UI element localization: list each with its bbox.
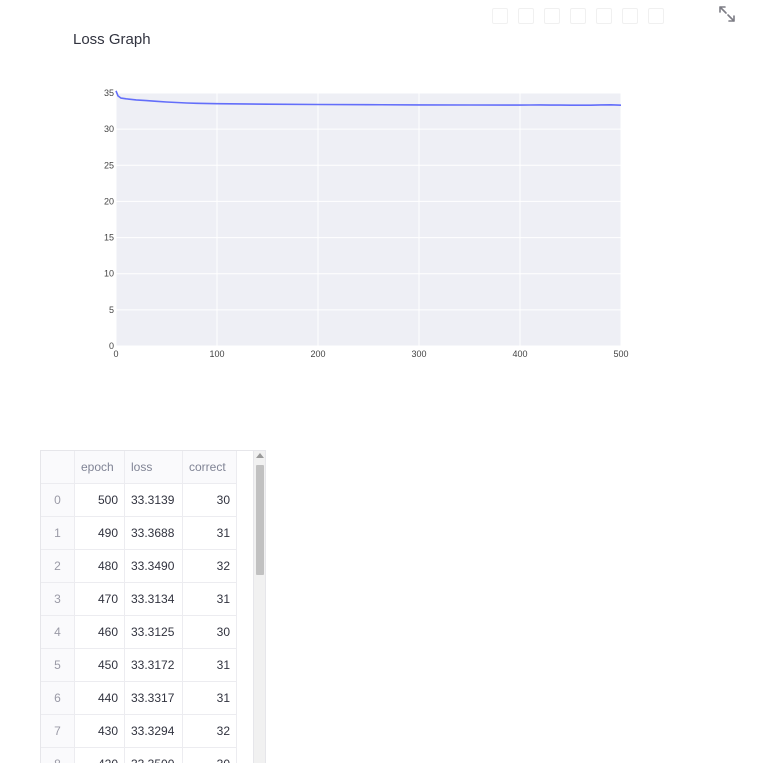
cell-loss[interactable]: 33.3172 (125, 649, 183, 681)
cell-epoch[interactable]: 490 (75, 517, 125, 549)
loss-chart[interactable]: 051015202530350 100 200 300 400 500 (0, 0, 758, 400)
row-index: 0 (41, 484, 75, 516)
header-loss[interactable]: loss (125, 451, 183, 483)
table-row[interactable]: 5 450 33.3172 31 (41, 649, 237, 682)
cell-correct[interactable]: 30 (183, 484, 237, 516)
app-page: 0 5 10 15 20 25 30 35 0 100 200 300 400 500 Loss Grap… (0, 0, 758, 763)
x-tick-label: 300 (411, 349, 426, 359)
expand-arrows-icon (719, 6, 735, 22)
cell-epoch[interactable]: 430 (75, 715, 125, 747)
y-tick-label: 10 (104, 269, 114, 279)
y-tick-label: 25 (104, 160, 114, 170)
cell-loss[interactable]: 33.3688 (125, 517, 183, 549)
row-index: 5 (41, 649, 75, 681)
x-tick-label: 400 (512, 349, 527, 359)
plot-area (116, 93, 621, 346)
cell-correct[interactable]: 32 (183, 550, 237, 582)
table-row[interactable]: 6 440 33.3317 31 (41, 682, 237, 715)
cell-loss[interactable]: 33.3294 (125, 715, 183, 747)
cell-epoch[interactable]: 500 (75, 484, 125, 516)
lasso-icon[interactable] (596, 8, 612, 24)
plot-modebar[interactable] (492, 8, 664, 24)
row-index: 3 (41, 583, 75, 615)
reset-axes-icon[interactable] (622, 8, 638, 24)
x-tick-label: 500 (613, 349, 628, 359)
row-index: 8 (41, 748, 75, 763)
header-epoch[interactable]: epoch (75, 451, 125, 483)
triangle-up-icon[interactable] (256, 453, 264, 458)
y-tick-label: 20 (104, 196, 114, 206)
row-index: 7 (41, 715, 75, 747)
cell-epoch[interactable]: 420 (75, 748, 125, 763)
y-tick-label: 35 (104, 88, 114, 98)
cell-loss[interactable]: 33.3125 (125, 616, 183, 648)
cell-epoch[interactable]: 440 (75, 682, 125, 714)
cell-epoch[interactable]: 460 (75, 616, 125, 648)
x-tick-label: 100 (209, 349, 224, 359)
fullscreen-button[interactable] (716, 3, 738, 25)
table-header-row: epoch loss correct (41, 451, 237, 484)
cell-correct[interactable]: 31 (183, 517, 237, 549)
header-correct[interactable]: correct (183, 451, 237, 483)
table-row[interactable]: 1 490 33.3688 31 (41, 517, 237, 550)
scrollbar-thumb[interactable] (256, 465, 264, 575)
cell-correct[interactable]: 31 (183, 682, 237, 714)
camera-icon[interactable] (492, 8, 508, 24)
header-index (41, 451, 75, 483)
cell-loss[interactable]: 33.3317 (125, 682, 183, 714)
cell-loss[interactable]: 33.3500 (125, 748, 183, 763)
cell-correct[interactable]: 31 (183, 649, 237, 681)
cell-loss[interactable]: 33.3490 (125, 550, 183, 582)
cell-loss[interactable]: 33.3139 (125, 484, 183, 516)
y-tick-label: 30 (104, 124, 114, 134)
pan-icon[interactable] (544, 8, 560, 24)
table-row[interactable]: 3 470 33.3134 31 (41, 583, 237, 616)
x-tick-label: 0 (113, 349, 118, 359)
y-tick-label: 5 (109, 305, 114, 315)
cell-epoch[interactable]: 450 (75, 649, 125, 681)
row-index: 4 (41, 616, 75, 648)
box-select-icon[interactable] (570, 8, 586, 24)
table-row[interactable]: 8 420 33.3500 30 (41, 748, 237, 763)
x-tick-label: 200 (310, 349, 325, 359)
cell-loss[interactable]: 33.3134 (125, 583, 183, 615)
table-row[interactable]: 7 430 33.3294 32 (41, 715, 237, 748)
plotly-logo-icon[interactable] (648, 8, 664, 24)
cell-epoch[interactable]: 470 (75, 583, 125, 615)
dataframe-table[interactable]: epoch loss correct 0 500 33.3139 30 1 49… (40, 450, 266, 763)
cell-correct[interactable]: 30 (183, 616, 237, 648)
cell-correct[interactable]: 32 (183, 715, 237, 747)
y-tick-label: 15 (104, 233, 114, 243)
cell-correct[interactable]: 31 (183, 583, 237, 615)
table-row[interactable]: 2 480 33.3490 32 (41, 550, 237, 583)
row-index: 2 (41, 550, 75, 582)
table-row[interactable]: 0 500 33.3139 30 (41, 484, 237, 517)
row-index: 6 (41, 682, 75, 714)
table-scrollbar[interactable] (253, 451, 265, 763)
chart-title: Loss Graph (73, 31, 151, 48)
zoom-icon[interactable] (518, 8, 534, 24)
row-index: 1 (41, 517, 75, 549)
cell-epoch[interactable]: 480 (75, 550, 125, 582)
table-row[interactable]: 4 460 33.3125 30 (41, 616, 237, 649)
cell-correct[interactable]: 30 (183, 748, 237, 763)
